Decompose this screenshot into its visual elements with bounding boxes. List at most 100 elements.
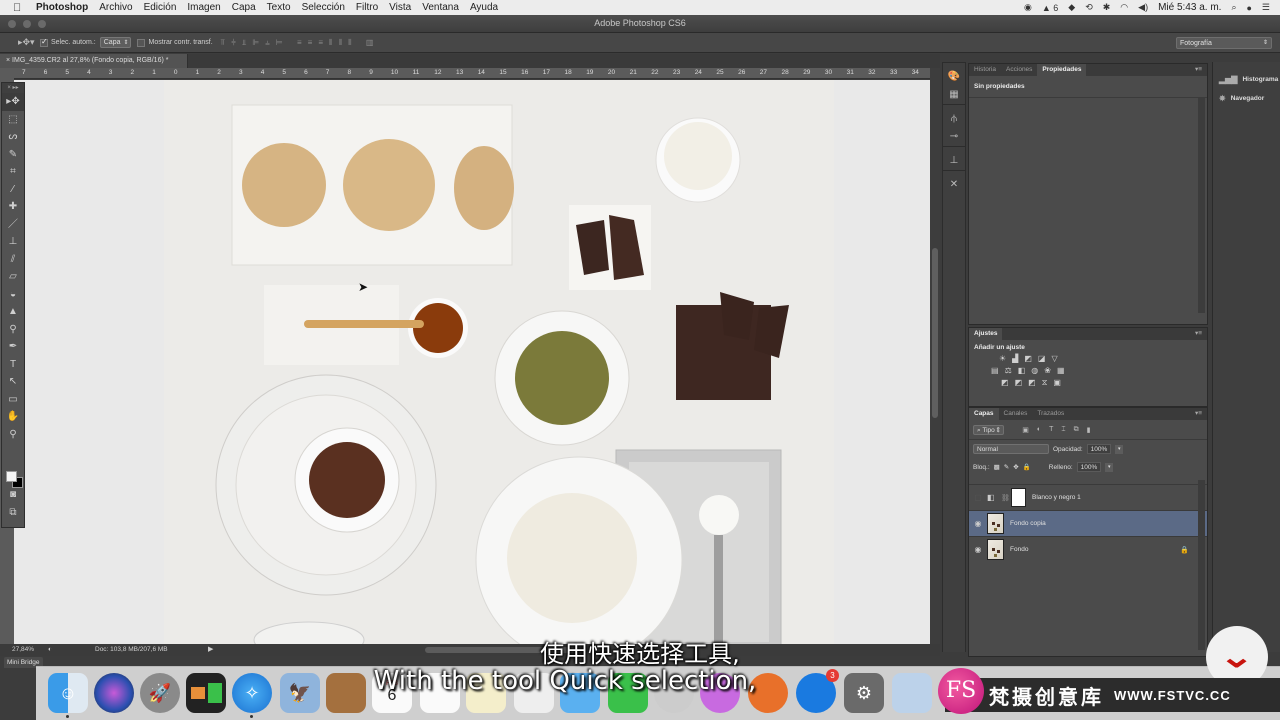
properties-scrollbar[interactable]	[1198, 98, 1205, 313]
tab-propiedades[interactable]: Propiedades	[1037, 64, 1087, 76]
visibility-toggle[interactable]: ▢	[969, 493, 987, 502]
history-brush-tool-icon[interactable]: ⫽	[2, 251, 24, 269]
align-vcenter-icon[interactable]: ⫩	[231, 38, 236, 48]
workspace-dropdown[interactable]: Fotografía	[1176, 37, 1272, 49]
layers-scrollbar[interactable]	[1198, 480, 1205, 650]
grid-panel-icon[interactable]: ▦	[943, 86, 965, 104]
tool-presets-icon[interactable]: ✕	[943, 176, 965, 194]
layer-mask-thumbnail[interactable]	[1011, 488, 1026, 507]
exposure-icon[interactable]: ◪	[1038, 354, 1046, 363]
menu-imagen[interactable]: Imagen	[187, 2, 220, 13]
paint-bucket-tool-icon[interactable]: ◒	[2, 286, 24, 304]
opacity-slider-toggle[interactable]: ▾	[1115, 444, 1124, 454]
menu-ayuda[interactable]: Ayuda	[470, 2, 498, 13]
brush-tool-icon[interactable]: ／	[2, 216, 24, 234]
link-icon[interactable]: ⛓	[1001, 494, 1011, 502]
layer-row[interactable]: ◉ Fondo 🔒	[969, 536, 1207, 562]
threshold-icon[interactable]: ◩	[1028, 378, 1036, 388]
filter-shape-icon[interactable]: ⌶	[1061, 426, 1065, 434]
menu-app-name[interactable]: Photoshop	[36, 2, 88, 13]
rectangular-marquee-tool-icon[interactable]: ⬚	[2, 111, 24, 129]
black-white-icon[interactable]: ◧	[1018, 366, 1026, 375]
panel-menu-icon[interactable]: ▾≡	[1190, 328, 1207, 340]
brush-presets-icon[interactable]: ⫛	[943, 110, 965, 128]
align-bottom-icon[interactable]: ⫫	[242, 38, 247, 48]
document-tab[interactable]: × IMG_4359.CR2 al 27,8% (Fondo copia, RG…	[0, 54, 188, 68]
tools-panel-header[interactable]: × ▸▸	[2, 83, 24, 93]
levels-icon[interactable]: ▟	[1012, 354, 1018, 363]
lock-transparency-icon[interactable]: ▩	[994, 463, 1000, 471]
menu-ventana[interactable]: Ventana	[422, 2, 459, 13]
quick-mask-icon[interactable]: ◙	[2, 486, 24, 504]
filter-pixel-icon[interactable]: ▣	[1022, 426, 1029, 434]
close-document-icon[interactable]: ×	[6, 57, 10, 64]
layer-name[interactable]: Blanco y negro 1	[1032, 494, 1081, 501]
hue-saturation-icon[interactable]: ▤	[991, 366, 999, 375]
navigator-panel-button[interactable]: ✵ Navegador	[1213, 89, 1280, 108]
auto-select-dropdown[interactable]: Capa	[99, 37, 132, 48]
align-top-icon[interactable]: ⫪	[221, 38, 226, 48]
vertical-scrollbar[interactable]	[930, 68, 940, 644]
menu-archivo[interactable]: Archivo	[99, 2, 132, 13]
eye-icon[interactable]: ◉	[969, 545, 987, 554]
apple-icon[interactable]: 	[13, 2, 25, 14]
notification-center-icon[interactable]: ☰	[1262, 2, 1270, 13]
layer-row[interactable]: ◉ Fondo copia	[969, 510, 1207, 536]
layer-thumbnail[interactable]	[987, 539, 1004, 560]
posterize-icon[interactable]: ◩	[1015, 378, 1023, 388]
lock-pixels-icon[interactable]: ✎	[1004, 463, 1009, 471]
scrollbar-thumb[interactable]	[932, 248, 938, 418]
layer-thumbnail[interactable]	[987, 513, 1004, 534]
color-balance-icon[interactable]: ⚖	[1005, 366, 1012, 375]
distribute-vcenter-icon[interactable]: ≡	[308, 38, 313, 48]
wifi-icon[interactable]: ◠	[1120, 2, 1128, 13]
zoom-tool-icon[interactable]: ⚲	[2, 426, 24, 444]
filter-smart-object-icon[interactable]: ⧉	[1074, 426, 1079, 434]
menu-vista[interactable]: Vista	[389, 2, 411, 13]
move-tool-preset-icon[interactable]: ▸✥▾	[18, 37, 40, 48]
layer-name[interactable]: Fondo copia	[1010, 520, 1046, 527]
volume-icon[interactable]: ◀)	[1138, 2, 1148, 13]
canvas-area[interactable]: ➤	[14, 80, 930, 644]
curves-icon[interactable]: ◩	[1024, 354, 1032, 363]
path-selection-tool-icon[interactable]: ↖	[2, 373, 24, 391]
tab-capas[interactable]: Capas	[969, 408, 999, 420]
color-lookup-icon[interactable]: ▦	[1057, 366, 1065, 375]
record-icon[interactable]: ◉	[1024, 2, 1032, 13]
tab-ajustes[interactable]: Ajustes	[969, 328, 1003, 340]
eyedropper-tool-icon[interactable]: ⁄	[2, 181, 24, 199]
brush-panel-icon[interactable]: ⊸	[943, 128, 965, 146]
auto-align-icon[interactable]: ▥	[366, 38, 374, 48]
menu-edicion[interactable]: Edición	[144, 2, 177, 13]
tab-canales[interactable]: Canales	[999, 408, 1033, 420]
auto-select-checkbox[interactable]	[40, 38, 48, 47]
filter-type-icon[interactable]: T	[1049, 426, 1053, 434]
fill-input[interactable]: 100%	[1076, 462, 1102, 472]
fill-slider-toggle[interactable]: ▾	[1105, 462, 1114, 472]
tab-acciones[interactable]: Acciones	[1001, 64, 1037, 76]
clone-stamp-tool-icon[interactable]: ⊥	[2, 233, 24, 251]
brightness-contrast-icon[interactable]: ☀	[999, 354, 1006, 363]
vibrance-icon[interactable]: ▽	[1051, 354, 1057, 363]
quick-selection-tool-icon[interactable]: ✎	[2, 146, 24, 164]
align-right-icon[interactable]: ⊨	[276, 38, 283, 48]
panel-menu-icon[interactable]: ▾≡	[1190, 64, 1207, 76]
crop-tool-icon[interactable]: ⌗	[2, 163, 24, 181]
distribute-top-icon[interactable]: ≡	[297, 38, 302, 48]
foreground-color-swatch[interactable]	[6, 471, 17, 482]
show-transform-checkbox[interactable]	[137, 38, 146, 47]
lock-all-icon[interactable]: 🔒	[1023, 463, 1031, 471]
blend-mode-dropdown[interactable]: Normal	[973, 444, 1049, 454]
pen-tool-icon[interactable]: ✒	[2, 338, 24, 356]
selective-color-icon[interactable]: ⧖	[1042, 378, 1048, 388]
hand-tool-icon[interactable]: ✋	[2, 408, 24, 426]
invert-icon[interactable]: ◩	[1001, 378, 1009, 388]
distribute-hcenter-icon[interactable]: ⦀	[339, 38, 343, 48]
align-left-icon[interactable]: ⊫	[252, 38, 259, 48]
dropbox-icon[interactable]: ◆	[1068, 2, 1075, 13]
histogram-panel-button[interactable]: ▂▅▇ Histograma	[1213, 70, 1280, 89]
layer-name[interactable]: Fondo	[1010, 546, 1028, 553]
blur-tool-icon[interactable]: ▲	[2, 303, 24, 321]
healing-brush-tool-icon[interactable]: ✚	[2, 198, 24, 216]
eraser-tool-icon[interactable]: ▱	[2, 268, 24, 286]
